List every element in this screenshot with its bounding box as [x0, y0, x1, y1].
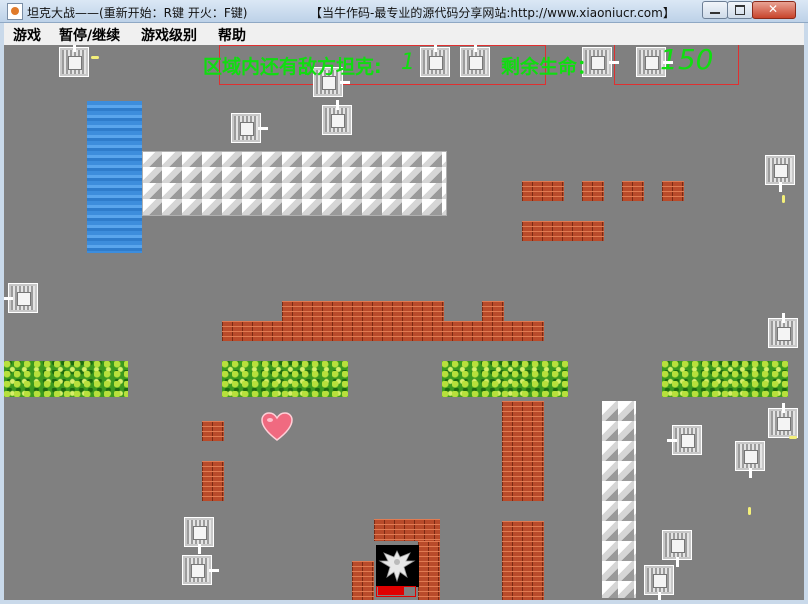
enemy-tank	[644, 565, 674, 600]
title-bar: 坦克大战——(重新开始：R键 开火：F键) 【当牛作码-最专业的源代码分享网站:…	[0, 0, 808, 23]
maximize-icon[interactable]	[727, 1, 753, 19]
bullet	[782, 195, 785, 203]
brick-wall	[418, 541, 440, 600]
enemy-tank	[765, 155, 795, 192]
enemy-tank	[768, 403, 798, 438]
menu-game-level[interactable]: 游戏级别	[141, 25, 197, 45]
enemy-tank	[460, 45, 490, 77]
brick-wall	[622, 181, 644, 201]
enemy-tank	[420, 45, 450, 77]
brick-wall	[482, 301, 504, 321]
enemy-tank	[322, 100, 352, 135]
minimize-icon[interactable]	[702, 1, 728, 19]
close-icon[interactable]	[752, 1, 796, 19]
enemies-remaining-count: 1	[401, 50, 415, 75]
brick-wall	[202, 461, 224, 501]
menu-help[interactable]: 帮助	[218, 25, 246, 45]
window-title: 坦克大战——(重新开始：R键 开火：F键)	[27, 6, 248, 20]
bullet	[91, 56, 99, 59]
grass-tile	[442, 361, 568, 397]
iron-wall	[602, 401, 636, 598]
enemy-tank	[735, 441, 765, 478]
menu-pause-resume[interactable]: 暂停/继续	[59, 25, 120, 45]
bullet	[789, 436, 797, 439]
brick-wall	[352, 561, 374, 600]
lives-label: 剩余生命：	[501, 56, 597, 78]
menu-bar: 游戏 暂停/继续 游戏级别 帮助	[4, 23, 804, 45]
enemy-tank	[768, 313, 798, 348]
menu-game[interactable]: 游戏	[13, 25, 41, 45]
eagle-icon	[376, 545, 419, 587]
enemies-remaining-label: 区域内还有敌方坦克:	[203, 56, 382, 78]
base-health-bar	[378, 587, 404, 595]
brick-wall	[282, 301, 444, 321]
enemy-tank	[231, 113, 268, 143]
brick-wall	[582, 181, 604, 201]
enemy-tank	[667, 425, 702, 455]
heart-icon	[261, 412, 293, 441]
bullet	[748, 507, 751, 515]
iron-wall	[142, 151, 447, 216]
window-site-text: 【当牛作码-最专业的源代码分享网站:http://www.xiaoniucr.c…	[310, 6, 675, 20]
brick-wall	[502, 401, 544, 501]
java-app-icon	[7, 3, 23, 20]
brick-wall	[502, 521, 544, 600]
brick-wall	[662, 181, 684, 201]
enemy-tank	[662, 530, 692, 567]
player-tank	[182, 555, 219, 585]
grass-tile	[4, 361, 128, 397]
enemy-tank	[59, 45, 89, 77]
brick-wall	[522, 221, 604, 241]
grass-tile	[662, 361, 788, 397]
game-canvas[interactable]: 区域内还有敌方坦克: 1 剩余生命： 150	[4, 45, 804, 600]
enemy-tank	[184, 517, 214, 554]
brick-wall	[222, 321, 544, 341]
water-tile	[87, 101, 142, 253]
enemy-tank	[4, 283, 38, 313]
brick-wall	[522, 181, 564, 201]
brick-wall	[374, 519, 440, 541]
grass-tile	[222, 361, 348, 397]
brick-wall	[202, 421, 224, 441]
